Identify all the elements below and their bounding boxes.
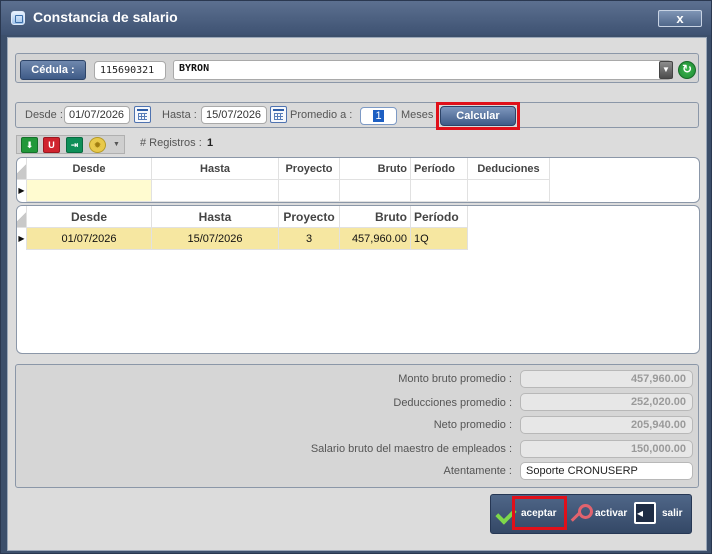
new-row-periodo-cell[interactable]: [411, 180, 468, 202]
entry-grid: Desde Hasta Proyecto Bruto Período Deduc…: [16, 157, 700, 203]
window-icon: [11, 11, 25, 25]
table-row-periodo[interactable]: 1Q: [411, 228, 468, 250]
meses-label: Meses: [401, 109, 434, 121]
exit-icon: [634, 502, 656, 524]
table-row-proyecto[interactable]: 3: [279, 228, 340, 250]
row-indicator-icon: ▶: [17, 228, 27, 250]
atentamente-input[interactable]: Soporte CRONUSERP: [520, 462, 693, 480]
col-proyecto[interactable]: Proyecto: [279, 158, 340, 180]
col-desde[interactable]: Desde: [27, 206, 152, 228]
atentamente-label: Atentamente :: [443, 465, 513, 477]
new-row-hasta-cell[interactable]: [152, 180, 279, 202]
promedio-label: Promedio a :: [290, 109, 353, 121]
delete-row-icon[interactable]: U: [43, 137, 60, 153]
grid-toolbar: ⬇ U ⇥ ✹ ▼: [16, 135, 125, 154]
summary-panel: Monto bruto promedio : 457,960.00 Deducc…: [15, 364, 699, 488]
add-row-icon[interactable]: ⬇: [21, 137, 38, 153]
meses-value: 1: [373, 110, 384, 122]
salir-button[interactable]: salir: [662, 495, 690, 533]
col-desde[interactable]: Desde: [27, 158, 152, 180]
employee-name-combo[interactable]: BYRON: [173, 60, 671, 80]
cedula-label: Cédula :: [20, 60, 86, 80]
desde-date-input[interactable]: 01/07/2026: [64, 106, 130, 124]
export-icon[interactable]: ⇥: [66, 137, 83, 153]
col-proyecto[interactable]: Proyecto: [279, 206, 340, 228]
dialog-window: Constancia de salario x Cédula : 1156903…: [0, 0, 712, 554]
toolbar-dropdown-icon[interactable]: ▼: [113, 140, 122, 150]
neto-field: 205,940.00: [520, 416, 693, 434]
grid-corner: [17, 158, 27, 180]
desde-label: Desde :: [25, 109, 63, 121]
registros-count: 1: [207, 137, 214, 149]
refresh-icon[interactable]: ↻: [678, 61, 696, 79]
col-periodo[interactable]: Período: [411, 206, 468, 228]
hasta-calendar-icon[interactable]: [270, 106, 287, 123]
table-row-desde[interactable]: 01/07/2026: [27, 228, 152, 250]
grid-corner: [17, 206, 27, 228]
deducciones-field: 252,020.00: [520, 393, 693, 411]
row-indicator-icon: ▶: [17, 180, 27, 202]
new-row-deduciones-cell[interactable]: [468, 180, 550, 202]
key-icon: [568, 504, 593, 524]
cedula-input[interactable]: 115690321: [94, 61, 166, 80]
results-grid: Desde Hasta Proyecto Bruto Período ▶ 01/…: [16, 205, 700, 354]
table-row-bruto[interactable]: 457,960.00: [340, 228, 411, 250]
col-bruto[interactable]: Bruto: [340, 158, 411, 180]
neto-label: Neto promedio :: [433, 419, 512, 431]
date-range-bar: Desde : 01/07/2026 Hasta : 15/07/2026 Pr…: [15, 102, 699, 128]
monto-bruto-field: 457,960.00: [520, 370, 693, 388]
hasta-label: Hasta :: [162, 109, 197, 121]
hasta-date-input[interactable]: 15/07/2026: [201, 106, 267, 124]
new-row-proyecto-cell[interactable]: [279, 180, 340, 202]
window-title: Constancia de salario: [33, 9, 178, 25]
col-periodo[interactable]: Período: [411, 158, 468, 180]
registros-label: # Registros :: [140, 137, 202, 149]
col-deduciones[interactable]: Deduciones: [468, 158, 550, 180]
desde-calendar-icon[interactable]: [134, 106, 151, 123]
col-hasta[interactable]: Hasta: [152, 158, 279, 180]
close-button[interactable]: x: [658, 10, 702, 27]
col-bruto[interactable]: Bruto: [340, 206, 411, 228]
table-row-hasta[interactable]: 15/07/2026: [152, 228, 279, 250]
dialog-body: Cédula : 115690321 BYRON ▼ ↻ Desde : 01/…: [7, 37, 707, 551]
title-bar: Constancia de salario x: [1, 1, 711, 35]
lightbulb-icon[interactable]: ✹: [89, 137, 106, 153]
new-row-desde-cell[interactable]: [27, 180, 152, 202]
calcular-button[interactable]: Calcular: [440, 106, 516, 126]
activar-button[interactable]: activar: [595, 495, 631, 533]
salario-bruto-label: Salario bruto del maestro de empleados :: [310, 443, 512, 455]
aceptar-highlight: [512, 496, 567, 530]
monto-bruto-label: Monto bruto promedio :: [398, 373, 512, 385]
deducciones-label: Deducciones promedio :: [393, 397, 512, 409]
salario-bruto-field: 150,000.00: [520, 440, 693, 458]
chevron-down-icon[interactable]: ▼: [659, 61, 673, 79]
new-row-bruto-cell[interactable]: [340, 180, 411, 202]
employee-bar: Cédula : 115690321 BYRON ▼ ↻: [15, 53, 699, 83]
meses-input[interactable]: 1: [360, 107, 397, 125]
col-hasta[interactable]: Hasta: [152, 206, 279, 228]
